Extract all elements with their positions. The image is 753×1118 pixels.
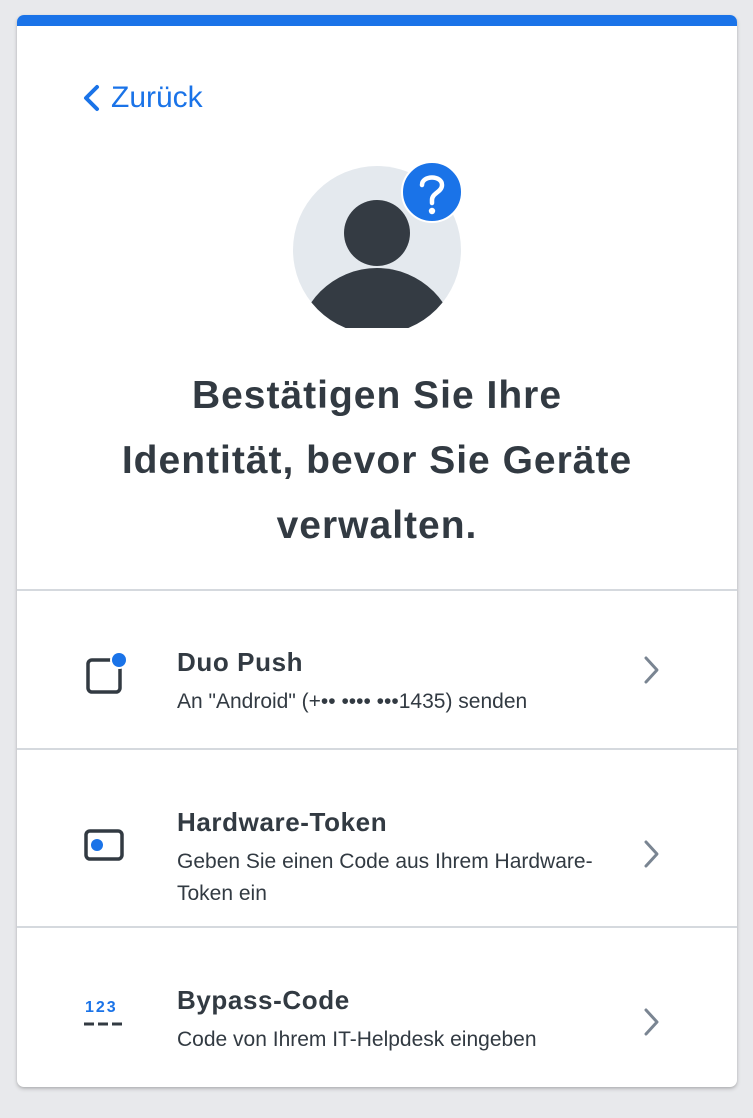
page-title: Bestätigen Sie Ihre Identität, bevor Sie… bbox=[57, 363, 697, 558]
option-duo-push[interactable]: Duo Push An "Android" (+•• •••• •••1435)… bbox=[17, 591, 737, 749]
bypass-code-icon: 123 bbox=[84, 999, 122, 1026]
hardware-token-icon bbox=[84, 829, 124, 861]
page-title-line: Bestätigen Sie Ihre bbox=[191, 374, 563, 417]
option-hardware-token[interactable]: Hardware-Token Geben Sie einen Code aus … bbox=[17, 750, 737, 926]
phone-push-icon bbox=[86, 651, 128, 694]
chevron-right-icon bbox=[644, 1008, 659, 1036]
chevron-left-icon bbox=[84, 85, 99, 111]
page-title-line: verwalten. bbox=[276, 504, 478, 547]
option-description: Code von Ihrem IT-Helpdesk eingeben bbox=[177, 1028, 537, 1051]
option-bypass-code[interactable]: 123 Bypass-Code Code von Ihrem IT-Helpde… bbox=[17, 928, 737, 1087]
option-title: Hardware-Token bbox=[177, 807, 388, 837]
page-title-line: Identität, bevor Sie Geräte bbox=[121, 439, 633, 482]
option-description: An "Android" (+•• •••• •••1435) senden bbox=[177, 690, 528, 713]
option-title: Duo Push bbox=[177, 647, 304, 677]
avatar bbox=[293, 158, 463, 334]
option-description: Geben Sie einen Code aus Ihrem Hardware-… bbox=[177, 850, 593, 905]
top-accent-bar bbox=[17, 15, 737, 26]
chevron-right-icon bbox=[644, 656, 659, 684]
auth-card: Zurück Bestätigen Sie Ihre Identität, be… bbox=[17, 15, 737, 1087]
back-label: Zurück bbox=[111, 81, 203, 114]
chevron-right-icon bbox=[644, 840, 659, 868]
svg-text:123: 123 bbox=[85, 999, 118, 1016]
back-link[interactable]: Zurück bbox=[79, 81, 203, 115]
option-title: Bypass-Code bbox=[177, 985, 350, 1015]
user-question-icon bbox=[293, 161, 463, 334]
